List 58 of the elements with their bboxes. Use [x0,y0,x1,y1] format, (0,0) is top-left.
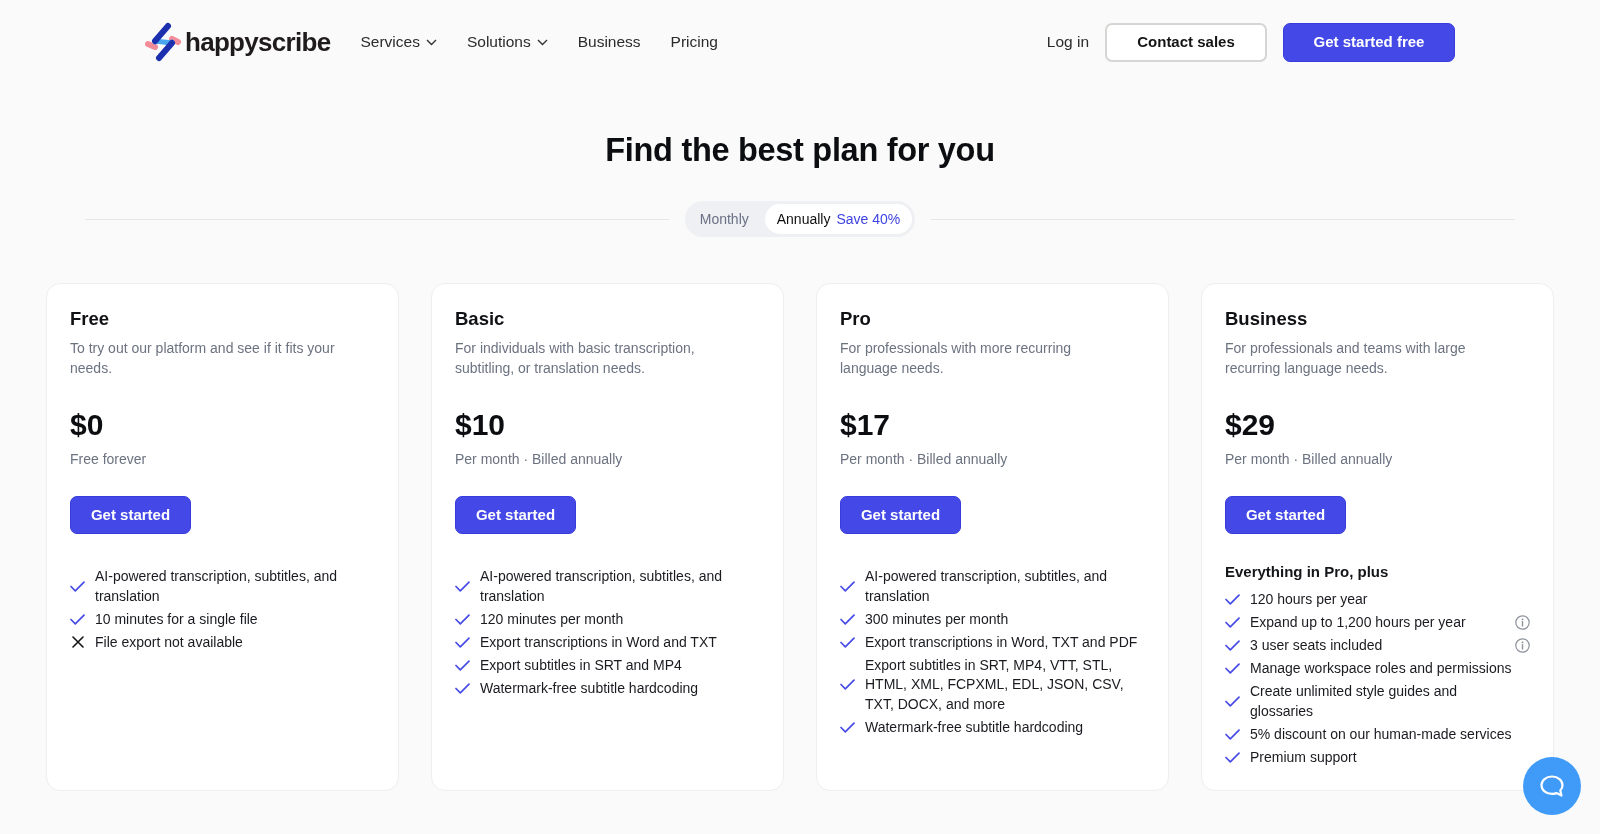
plan-description: To try out our platform and see if it fits your needs. [70,339,336,378]
feature-text: Export transcriptions in Word and TXT [480,632,718,652]
info-icon[interactable] [1515,615,1530,631]
feature-text: Create unlimited style guides and glossaries [1250,682,1458,721]
plan-description: For individuals with basic transcription, subtitling, or translation needs. [455,339,696,378]
nav-link[interactable]: Pricing [670,30,718,54]
feature-text: File export not available [95,632,244,652]
get-started-free-button[interactable]: Get started free [1283,22,1455,62]
feature-text: Watermark-free subtitle hardcoding [865,717,1085,737]
login-link[interactable]: Log in [1046,30,1089,54]
info-icon[interactable] [1515,638,1530,654]
discount-label: Save 40% [836,210,901,227]
feature-text: 300 minutes per month [865,609,1010,629]
brand-logo[interactable]: happyscribe [145,22,331,62]
get-started-button[interactable]: Get started [840,496,961,534]
plan-description: For professionals and teams with large recurring language needs. [1225,339,1467,378]
plan-price: $17 [840,407,892,443]
feature-text: AI-powered transcription, subtitles, and translation [865,567,1108,606]
contact-sales-button[interactable]: Contact sales [1105,22,1267,62]
billing-tab[interactable]: Annually Save 40% [764,204,913,234]
nav-link[interactable]: Services [360,30,437,54]
feature-text: Expand up to 1,200 hours per year [1250,613,1466,632]
feature-text: 10 minutes for a single file [95,609,259,629]
chat-button[interactable] [1523,757,1581,815]
feature-text: 3 user seats included [1250,636,1383,655]
plan-price: $10 [455,407,507,443]
feature-text: AI-powered transcription, subtitles, and translation [95,567,338,606]
feature-text: 5% discount on our human-made services [1250,724,1512,744]
billing-note: Per month · Billed annually [455,450,624,469]
feature-text: Export subtitles in SRT, MP4, VTT, STL, HTML, XML, FCPXML, EDL, JSON, CSV, TXT, DOCX, and more [865,655,1125,714]
get-started-button[interactable]: Get started [455,496,576,534]
nav-link[interactable]: Business [577,30,641,54]
feature-text: Watermark-free subtitle hardcoding [480,678,700,698]
feature-text: AI-powered transcription, subtitles, and translation [480,567,723,606]
billing-note: Free forever [70,450,148,469]
features-heading: Everything in Pro, plus [1225,562,1390,582]
plan-name: Free [70,308,111,330]
feature-text: 120 minutes per month [480,609,625,629]
plan-price: $29 [1225,407,1277,443]
page-heading: Find the best plan for you [605,131,995,170]
speech-bubble-icon [1539,774,1565,798]
plan-name: Business [1225,308,1309,330]
feature-text: Manage workspace roles and permissions [1250,659,1512,678]
feature-text: 120 hours per year [1250,590,1368,609]
plan-name: Pro [840,308,872,330]
plan-name: Basic [455,308,506,330]
feature-text: Export transcriptions in Word, TXT and PDF [865,632,1139,652]
nav-link[interactable]: Solutions [466,30,548,54]
get-started-button[interactable]: Get started [70,496,191,534]
feature-text: Premium support [1250,747,1357,767]
plan-description: For professionals with more recurring language needs. [840,339,1073,378]
logo-icon [145,22,181,62]
plan-price: $0 [70,407,105,443]
billing-note: Per month · Billed annually [1225,450,1394,469]
get-started-button[interactable]: Get started [1225,496,1346,534]
billing-tab[interactable]: Monthly [687,204,761,234]
feature-text: Export subtitles in SRT and MP4 [480,655,683,675]
billing-note: Per month · Billed annually [840,450,1009,469]
